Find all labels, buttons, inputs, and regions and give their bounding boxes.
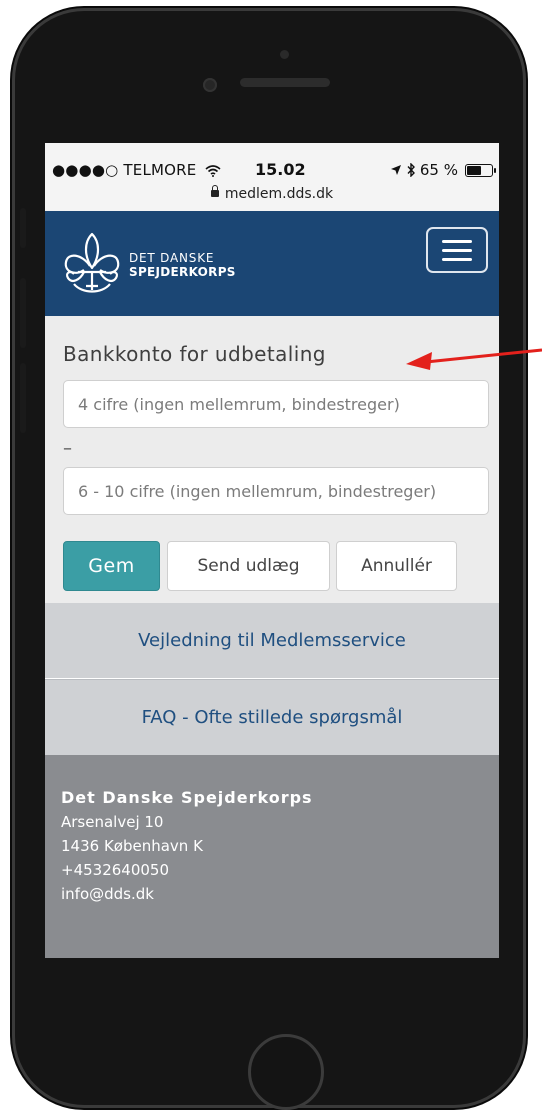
lock-icon	[210, 184, 219, 197]
wifi-icon	[205, 164, 221, 177]
front-camera	[203, 78, 217, 92]
volume-up-button	[20, 278, 26, 348]
guide-link[interactable]: Vejledning til Medlemsservice	[45, 603, 499, 678]
status-bar: ●●●●○ TELMORE 15.02 65 % medlem.dds.dk	[45, 143, 499, 211]
earpiece-speaker	[240, 78, 330, 87]
reg-number-input[interactable]	[63, 380, 489, 428]
footer-city: 1436 København K	[61, 837, 203, 855]
red-arrow-annotation	[406, 348, 542, 370]
menu-toggle-button[interactable]	[426, 227, 488, 273]
home-button[interactable]	[248, 1034, 324, 1110]
site-navbar: DET DANSKE SPEJDERKORPS	[45, 211, 499, 316]
status-time: 15.02	[255, 160, 306, 179]
save-button[interactable]: Gem	[63, 541, 160, 591]
brand-line-1: DET DANSKE	[129, 251, 215, 265]
faq-link[interactable]: FAQ - Ofte stillede spørgsmål	[45, 680, 499, 755]
proximity-sensor	[280, 50, 289, 59]
cancel-button[interactable]: Annullér	[336, 541, 457, 591]
site-footer: Det Danske Spejderkorps Arsenalvej 10 14…	[45, 755, 499, 958]
location-arrow-icon	[390, 165, 401, 175]
url-label[interactable]: medlem.dds.dk	[225, 186, 333, 202]
footer-address: Arsenalvej 10	[61, 813, 164, 831]
fleur-de-lis-logo-icon[interactable]	[60, 228, 124, 298]
brand-line-2: SPEJDERKORPS	[129, 265, 236, 279]
bluetooth-icon	[407, 163, 415, 177]
battery-percent: 65 %	[419, 161, 458, 179]
account-number-input[interactable]	[63, 467, 489, 515]
mute-switch	[20, 208, 26, 248]
hamburger-icon	[442, 240, 472, 243]
carrier-label: ●●●●○ TELMORE	[52, 161, 197, 179]
send-expense-button[interactable]: Send udlæg	[167, 541, 330, 591]
footer-phone[interactable]: +4532640050	[61, 861, 169, 879]
field-separator: –	[63, 438, 72, 459]
form-heading: Bankkonto for udbetaling	[63, 342, 326, 366]
battery-icon	[465, 163, 496, 177]
volume-down-button	[20, 363, 26, 433]
screen: ●●●●○ TELMORE 15.02 65 % medlem.dds.dk D…	[45, 143, 499, 958]
footer-email[interactable]: info@dds.dk	[61, 885, 154, 903]
footer-org-name: Det Danske Spejderkorps	[61, 788, 313, 807]
